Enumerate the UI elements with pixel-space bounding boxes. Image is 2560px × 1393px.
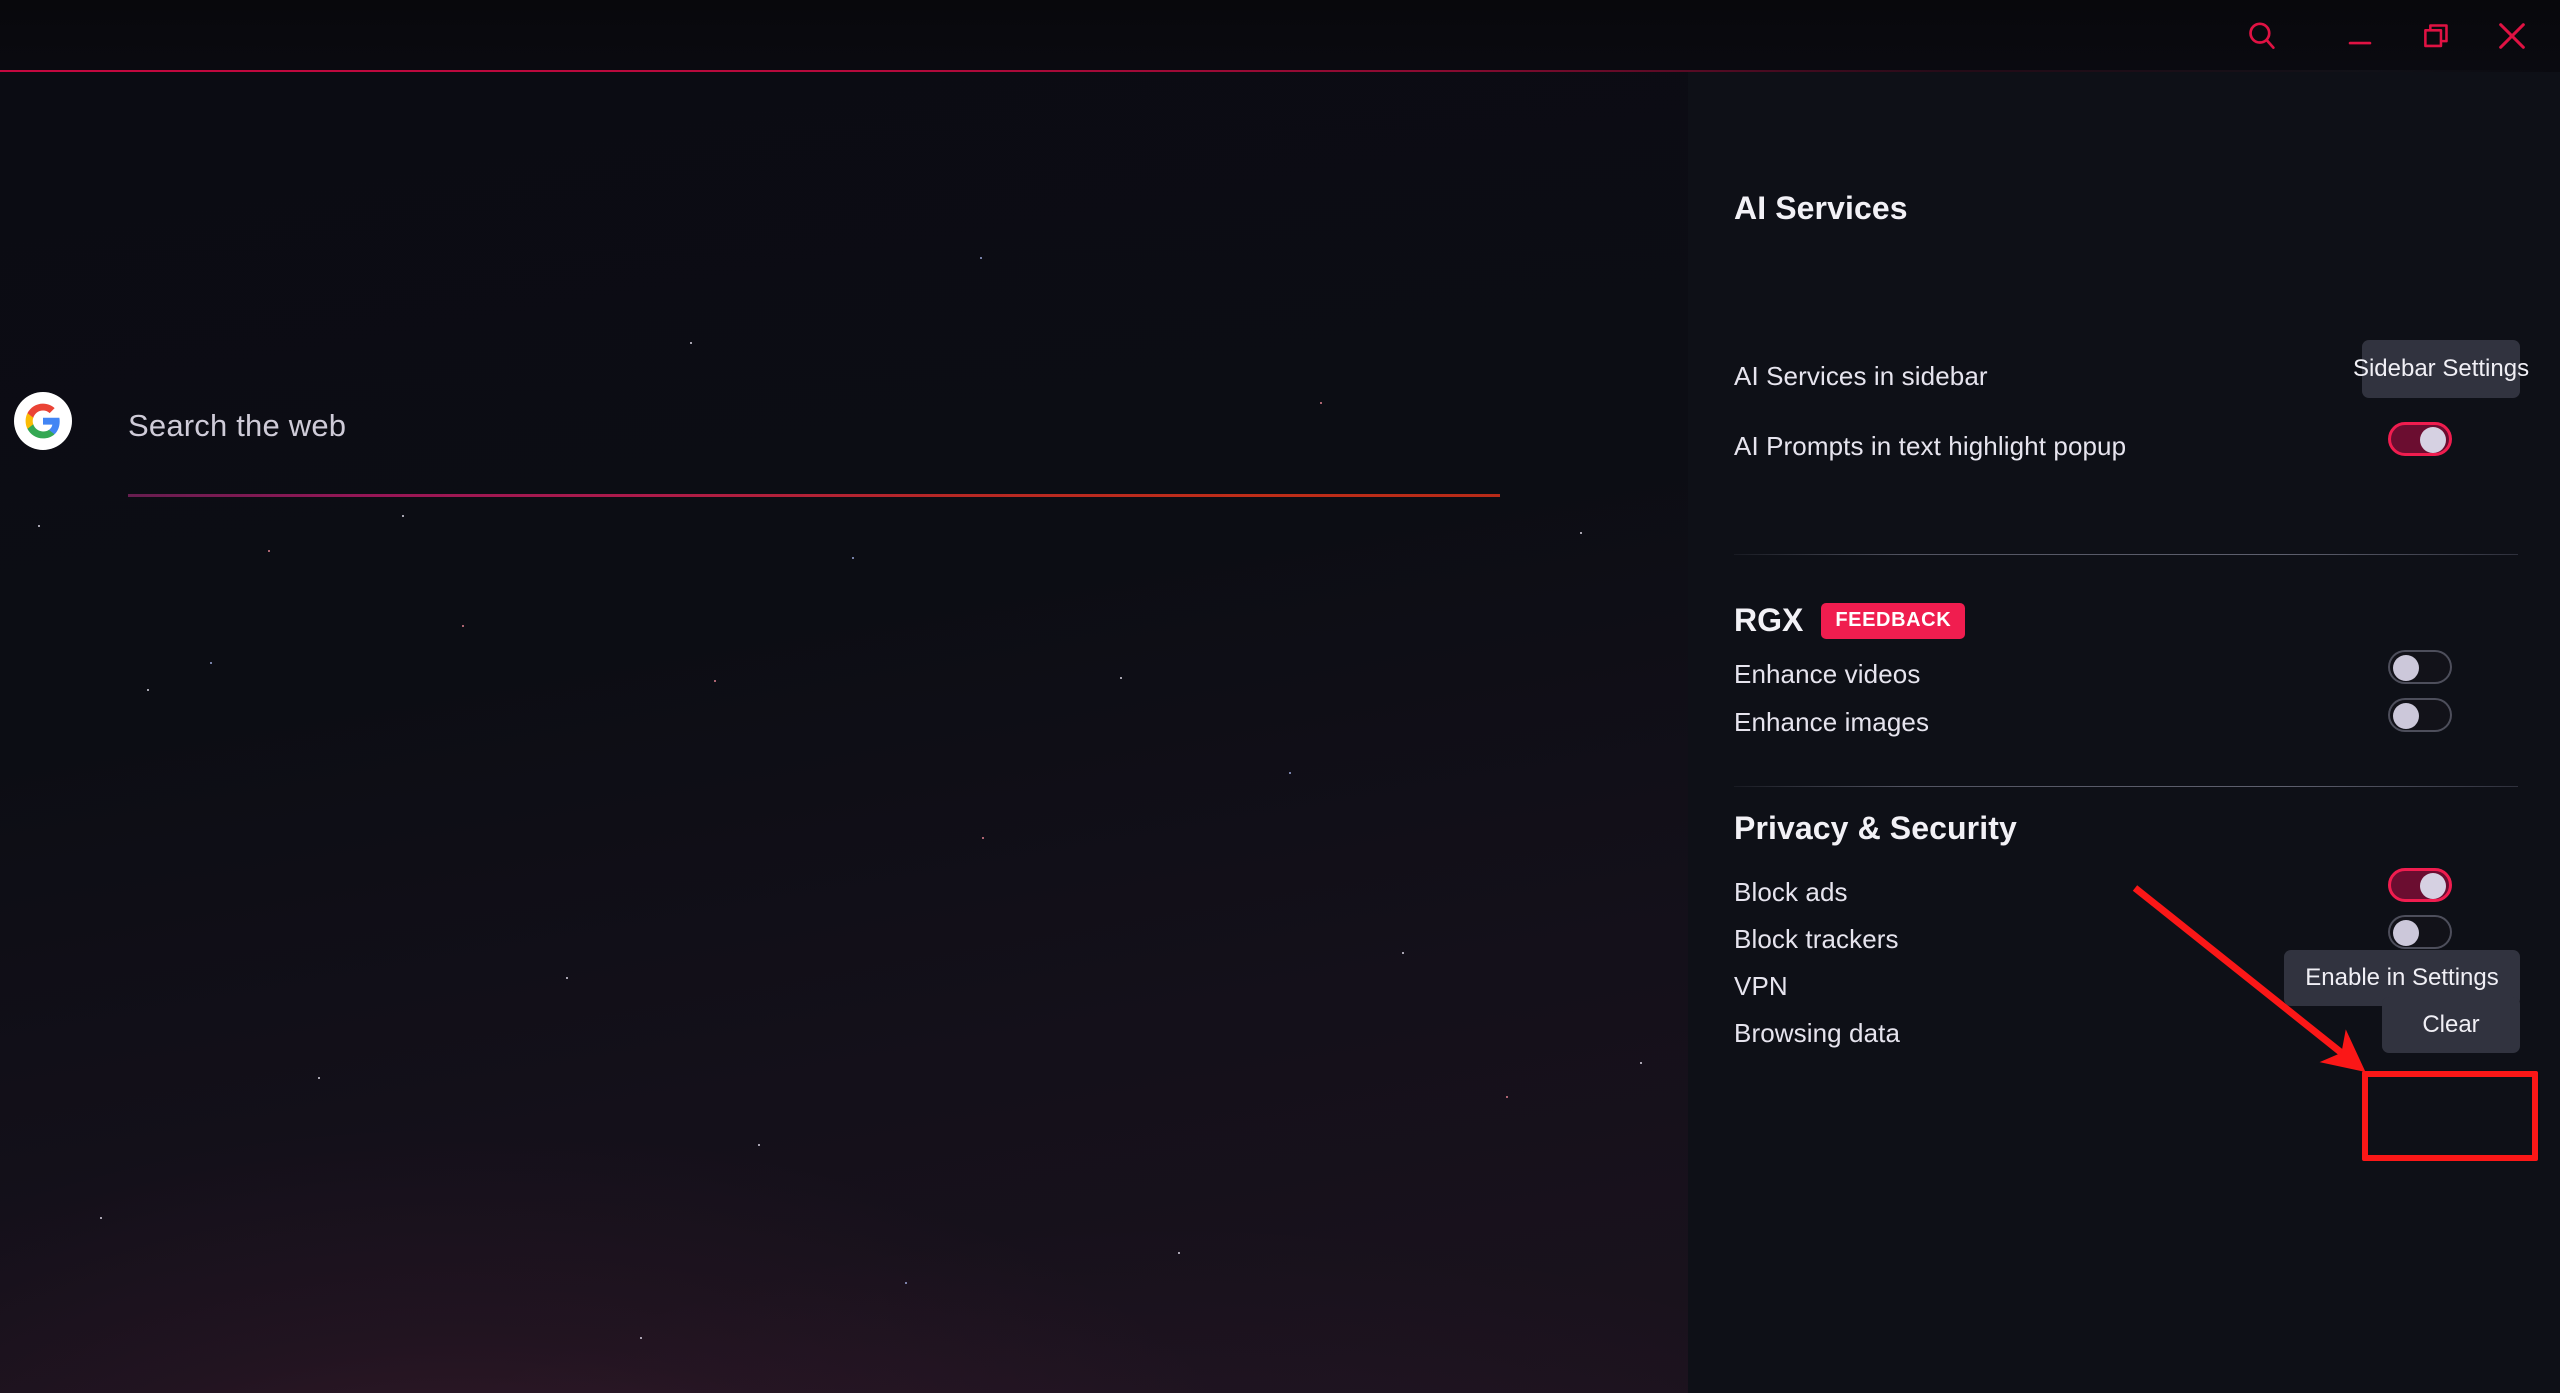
section-title-text: RGX	[1734, 602, 1804, 638]
row-label: Browsing data	[1734, 1017, 1901, 1048]
enhance-videos-toggle[interactable]	[2388, 650, 2452, 684]
restore-icon	[2419, 19, 2453, 53]
sidebar-settings-button[interactable]: Sidebar Settings	[2353, 340, 2529, 398]
row-label: AI Prompts in text highlight popup	[1734, 430, 2127, 461]
search-placeholder: Search the web	[128, 408, 347, 443]
toggle-knob	[2420, 873, 2446, 899]
browsing-data-clear-button[interactable]: Clear	[2382, 997, 2520, 1053]
section-title-ai-services: AI Services	[1734, 190, 1908, 226]
toggle-knob	[2393, 920, 2419, 946]
web-search-area: Search the web	[0, 370, 1560, 550]
section-divider	[1734, 554, 2518, 555]
window-titlebar	[0, 0, 2560, 72]
close-icon	[2492, 16, 2532, 56]
google-logo-icon	[14, 392, 72, 450]
section-title-rgx: RGX FEEDBACK	[1734, 602, 1966, 639]
titlebar-search-button[interactable]	[2224, 0, 2300, 72]
titlebar-restore-button[interactable]	[2398, 0, 2474, 72]
search-underline	[128, 494, 1500, 497]
row-label: Block ads	[1734, 876, 1848, 907]
row-label: Enhance videos	[1734, 658, 1921, 689]
section-title-privacy-security: Privacy & Security	[1734, 810, 2017, 846]
row-label: Enhance images	[1734, 706, 1930, 737]
search-input[interactable]: Search the web	[128, 396, 1500, 456]
row-label: AI Services in sidebar	[1734, 360, 1988, 391]
toggle-knob	[2393, 703, 2419, 729]
titlebar-minimize-button[interactable]	[2322, 0, 2398, 72]
ai-prompts-toggle[interactable]	[2388, 422, 2452, 456]
search-icon	[2245, 19, 2279, 53]
toggle-knob	[2393, 655, 2419, 681]
browser-window: Search the web AI Services AI Services i…	[0, 0, 2560, 1393]
settings-sidebar-panel: AI Services AI Services in sidebar Sideb…	[1688, 72, 2560, 1393]
row-label: Block trackers	[1734, 923, 1899, 954]
titlebar-close-button[interactable]	[2474, 0, 2550, 72]
feedback-badge[interactable]: FEEDBACK	[1821, 602, 1966, 639]
toggle-knob	[2420, 427, 2446, 453]
minimize-icon	[2343, 19, 2377, 53]
enhance-images-toggle[interactable]	[2388, 698, 2452, 732]
block-trackers-toggle[interactable]	[2388, 915, 2452, 949]
row-label: VPN	[1734, 970, 1788, 1001]
section-divider	[1734, 786, 2518, 787]
block-ads-toggle[interactable]	[2388, 868, 2452, 902]
